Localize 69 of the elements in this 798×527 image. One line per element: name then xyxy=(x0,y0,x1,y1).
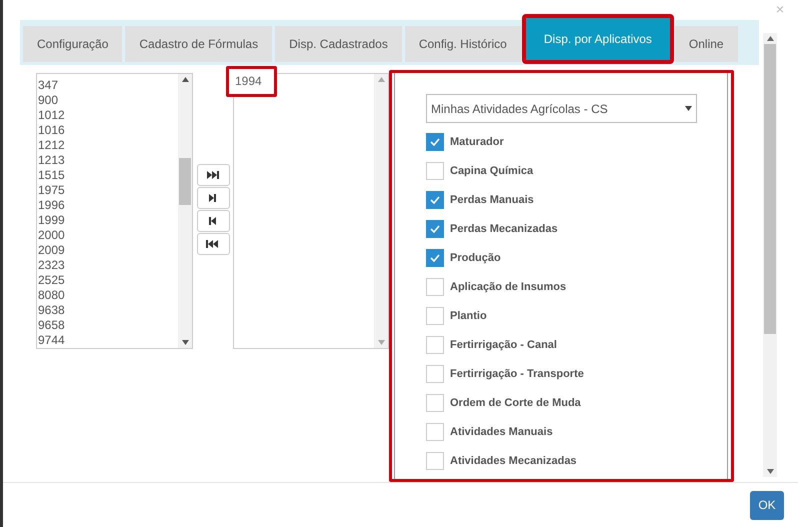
scroll-thumb[interactable] xyxy=(764,44,776,334)
list-item[interactable]: 9744 xyxy=(38,333,178,348)
list-item[interactable]: 1994 xyxy=(226,66,277,97)
scroll-up-icon[interactable] xyxy=(182,77,188,82)
checkbox-label: Ordem de Corte de Muda xyxy=(450,396,581,411)
transfer-button[interactable] xyxy=(196,233,230,255)
scroll-thumb[interactable] xyxy=(179,158,191,205)
list-item[interactable]: 9638 xyxy=(38,303,178,318)
checkbox-label: Perdas Manuais xyxy=(450,193,534,208)
list-item[interactable]: 900 xyxy=(38,93,178,108)
ok-button[interactable]: OK xyxy=(750,490,784,520)
list-item[interactable]: 2323 xyxy=(38,258,178,273)
scroll-down-icon[interactable] xyxy=(182,340,188,345)
list-item[interactable]: 1016 xyxy=(38,123,178,138)
checkbox[interactable] xyxy=(426,133,444,151)
scroll-down-icon[interactable] xyxy=(766,469,774,474)
double-arrow-icon xyxy=(206,238,220,250)
app-select[interactable]: Minhas Atividades Agrícolas - CS xyxy=(426,94,697,123)
transfer-button[interactable] xyxy=(196,210,230,232)
checkbox[interactable] xyxy=(426,278,444,296)
transfer-button[interactable] xyxy=(196,164,230,186)
checkbox[interactable] xyxy=(426,249,444,267)
checkbox-label: Fertirrigação - Canal xyxy=(450,338,557,353)
list-item[interactable]: 2000 xyxy=(38,228,178,243)
modal-scrollbar[interactable] xyxy=(763,33,777,477)
list-item[interactable]: 9658 xyxy=(38,318,178,333)
tab[interactable]: Online xyxy=(674,26,738,62)
dropdown-caret-icon xyxy=(685,106,692,111)
checkbox-label: Maturador xyxy=(450,135,504,150)
check-icon xyxy=(430,196,440,204)
checkbox[interactable] xyxy=(426,365,444,383)
check-icon xyxy=(430,138,440,146)
double-arrow-icon xyxy=(206,169,220,181)
tab[interactable]: Config. Histórico xyxy=(404,26,521,62)
list-item[interactable]: 1213 xyxy=(38,153,178,168)
checkbox[interactable] xyxy=(426,394,444,412)
list-item[interactable]: 1999 xyxy=(38,213,178,228)
list-item[interactable]: 1012 xyxy=(38,108,178,123)
checkbox[interactable] xyxy=(426,452,444,470)
list-item[interactable]: 1996 xyxy=(38,198,178,213)
checkbox-label: Fertirrigação - Transporte xyxy=(450,367,584,382)
list-item[interactable]: 1212 xyxy=(38,138,178,153)
checkbox[interactable] xyxy=(426,220,444,238)
scroll-up-icon[interactable] xyxy=(766,36,774,41)
list-item[interactable]: 1975 xyxy=(38,183,178,198)
list-item[interactable]: 1515 xyxy=(38,168,178,183)
checkbox-label: Perdas Mecanizadas xyxy=(450,222,558,237)
scrollbar[interactable] xyxy=(178,74,192,348)
checkbox-label: Atividades Mecanizadas xyxy=(450,454,577,469)
list-item[interactable]: 2525 xyxy=(38,273,178,288)
checkbox-label: Aplicação de Insumos xyxy=(450,280,566,295)
checkbox[interactable] xyxy=(426,307,444,325)
checkbox[interactable] xyxy=(426,162,444,180)
checkbox[interactable] xyxy=(426,191,444,209)
checkbox-label: Plantio xyxy=(450,309,487,324)
tab[interactable]: Configuração xyxy=(23,26,122,62)
checkbox-label: Capina Química xyxy=(450,164,534,179)
checkbox[interactable] xyxy=(426,336,444,354)
checkbox[interactable] xyxy=(426,423,444,441)
tab[interactable]: Cadastro de Fórmulas xyxy=(125,26,272,62)
transfer-button[interactable] xyxy=(196,187,230,209)
list-item[interactable]: 347 xyxy=(38,78,178,93)
list-item[interactable]: 8080 xyxy=(38,288,178,303)
check-icon xyxy=(430,254,440,262)
tab[interactable]: Disp. Cadastrados xyxy=(275,26,402,62)
checkbox-label: Atividades Manuais xyxy=(450,425,553,440)
checkbox-label: Produção xyxy=(450,251,501,266)
list-item[interactable]: 2009 xyxy=(38,243,178,258)
check-icon xyxy=(430,225,440,233)
